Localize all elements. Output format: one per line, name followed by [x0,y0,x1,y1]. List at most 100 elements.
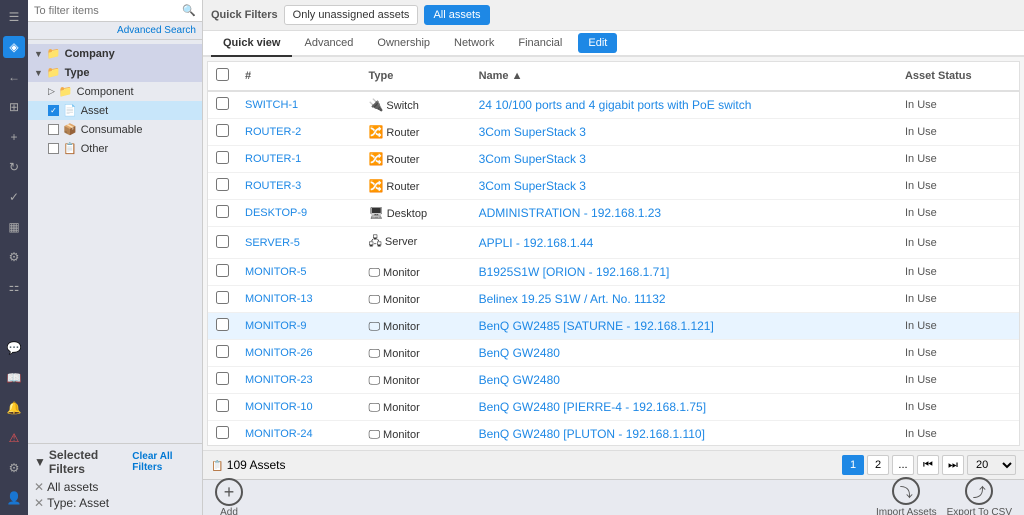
row-name[interactable]: 3Com SuperStack 3 [471,173,897,200]
advanced-search-link[interactable]: Advanced Search [28,22,202,40]
asset-name-link[interactable]: BenQ GW2480 [PIERRE-4 - 192.168.1.75] [479,400,706,414]
book-icon[interactable]: 📖 [3,367,25,389]
asset-name-link[interactable]: 3Com SuperStack 3 [479,125,586,139]
row-name[interactable]: BenQ GW2480 [471,367,897,394]
header-id[interactable]: # [237,62,360,91]
asset-name-link[interactable]: BenQ GW2480 [PLUTON - 192.168.1.110] [479,427,705,441]
row-name[interactable]: BenQ GW2480 [PLUTON - 192.168.1.110] [471,421,897,447]
page-next-btn[interactable]: ⏭ [942,455,964,475]
comment-icon[interactable]: 💬 [3,337,25,359]
row-id[interactable]: MONITOR-24 [237,421,360,447]
row-id[interactable]: ROUTER-2 [237,119,360,146]
settings-icon[interactable]: ⚙ [3,246,25,268]
row-id[interactable]: MONITOR-5 [237,259,360,286]
network-icon[interactable]: ◈ [3,36,25,58]
row-id[interactable]: SWITCH-1 [237,91,360,119]
tab-ownership[interactable]: Ownership [365,31,442,57]
row-name[interactable]: BenQ GW2480 [471,340,897,367]
apps-icon[interactable]: ⚏ [3,276,25,298]
tab-advanced[interactable]: Advanced [292,31,365,57]
asset-checkbox[interactable]: ✓ [48,105,59,116]
tab-network[interactable]: Network [442,31,506,57]
export-csv-btn[interactable]: ⤴ Export To CSV [947,477,1012,515]
row-checkbox[interactable] [216,235,229,248]
row-id[interactable]: ROUTER-1 [237,146,360,173]
header-type[interactable]: Type [360,62,470,91]
import-assets-btn[interactable]: ⤵ Import Assets [876,477,937,515]
consumable-checkbox[interactable] [48,124,59,135]
select-all-checkbox[interactable] [216,68,229,81]
row-name[interactable]: 3Com SuperStack 3 [471,146,897,173]
row-checkbox[interactable] [216,426,229,439]
asset-name-link[interactable]: 24 10/100 ports and 4 gigabit ports with… [479,98,752,112]
row-id[interactable]: DESKTOP-9 [237,200,360,227]
clear-all-filters-btn[interactable]: Clear All Filters [132,451,196,473]
row-id[interactable]: MONITOR-13 [237,286,360,313]
row-name[interactable]: BenQ GW2480 [PIERRE-4 - 192.168.1.75] [471,394,897,421]
row-checkbox[interactable] [216,264,229,277]
row-checkbox[interactable] [216,97,229,110]
row-id[interactable]: SERVER-5 [237,227,360,259]
row-name[interactable]: BenQ GW2485 [SATURNE - 192.168.1.121] [471,313,897,340]
row-checkbox[interactable] [216,291,229,304]
asset-name-link[interactable]: BenQ GW2480 [479,373,560,387]
grid-icon[interactable]: ⊞ [3,96,25,118]
remove-all-assets-filter-icon[interactable]: ✕ [34,480,44,494]
row-id[interactable]: MONITOR-10 [237,394,360,421]
row-name[interactable]: ADMINISTRATION - 192.168.1.23 [471,200,897,227]
tree-item-consumable[interactable]: 📦 Consumable [28,120,202,139]
back-icon[interactable]: ← [3,66,25,88]
page-last-btn[interactable]: ⏮ [917,455,939,475]
asset-name-link[interactable]: B1925S1W [ORION - 192.168.1.71] [479,265,670,279]
refresh-icon[interactable]: ↻ [3,156,25,178]
row-id[interactable]: MONITOR-26 [237,340,360,367]
row-checkbox[interactable] [216,205,229,218]
row-checkbox[interactable] [216,372,229,385]
row-checkbox[interactable] [216,318,229,331]
page-1-btn[interactable]: 1 [842,455,864,475]
page-size-select[interactable]: 20 50 100 [967,455,1016,475]
asset-name-link[interactable]: ADMINISTRATION - 192.168.1.23 [479,206,662,220]
tree-item-other[interactable]: 📋 Other [28,139,202,158]
remove-type-asset-filter-icon[interactable]: ✕ [34,496,44,510]
page-2-btn[interactable]: 2 [867,455,889,475]
tab-edit[interactable]: Edit [578,33,617,53]
header-status[interactable]: Asset Status [897,62,1019,91]
row-name[interactable]: Belinex 19.25 S1W / Art. No. 11132 [471,286,897,313]
gear-icon[interactable]: ⚙ [3,457,25,479]
asset-name-link[interactable]: BenQ GW2485 [SATURNE - 192.168.1.121] [479,319,714,333]
asset-name-link[interactable]: BenQ GW2480 [479,346,560,360]
other-checkbox[interactable] [48,143,59,154]
menu-icon[interactable]: ☰ [3,6,25,28]
tree-item-asset[interactable]: ✓ 📄 Asset [28,101,202,120]
tree-item-type[interactable]: ▼ 📁 Type [28,63,202,82]
tree-item-company[interactable]: ▼ 📁 Company [28,44,202,63]
row-name[interactable]: 3Com SuperStack 3 [471,119,897,146]
plus-icon[interactable]: + [3,126,25,148]
tab-financial[interactable]: Financial [506,31,574,57]
user-icon[interactable]: 👤 [3,487,25,509]
row-name[interactable]: B1925S1W [ORION - 192.168.1.71] [471,259,897,286]
row-checkbox[interactable] [216,399,229,412]
row-id[interactable]: ROUTER-3 [237,173,360,200]
header-name[interactable]: Name ▲ [471,62,897,91]
filter-search-input[interactable] [34,5,178,17]
row-checkbox[interactable] [216,151,229,164]
row-checkbox[interactable] [216,124,229,137]
asset-name-link[interactable]: Belinex 19.25 S1W / Art. No. 11132 [479,292,666,306]
asset-name-link[interactable]: 3Com SuperStack 3 [479,152,586,166]
unassigned-assets-btn[interactable]: Only unassigned assets [284,5,419,25]
asset-name-link[interactable]: APPLI - 192.168.1.44 [479,236,594,250]
row-checkbox[interactable] [216,345,229,358]
asset-name-link[interactable]: 3Com SuperStack 3 [479,179,586,193]
row-checkbox[interactable] [216,178,229,191]
bell-icon[interactable]: 🔔 [3,397,25,419]
chart-icon[interactable]: ▦ [3,216,25,238]
row-id[interactable]: MONITOR-9 [237,313,360,340]
row-id[interactable]: MONITOR-23 [237,367,360,394]
add-button[interactable]: + Add [215,478,243,515]
check-icon[interactable]: ✓ [3,186,25,208]
alert-icon[interactable]: ⚠ [3,427,25,449]
tab-quick-view[interactable]: Quick view [211,31,292,57]
row-name[interactable]: APPLI - 192.168.1.44 [471,227,897,259]
